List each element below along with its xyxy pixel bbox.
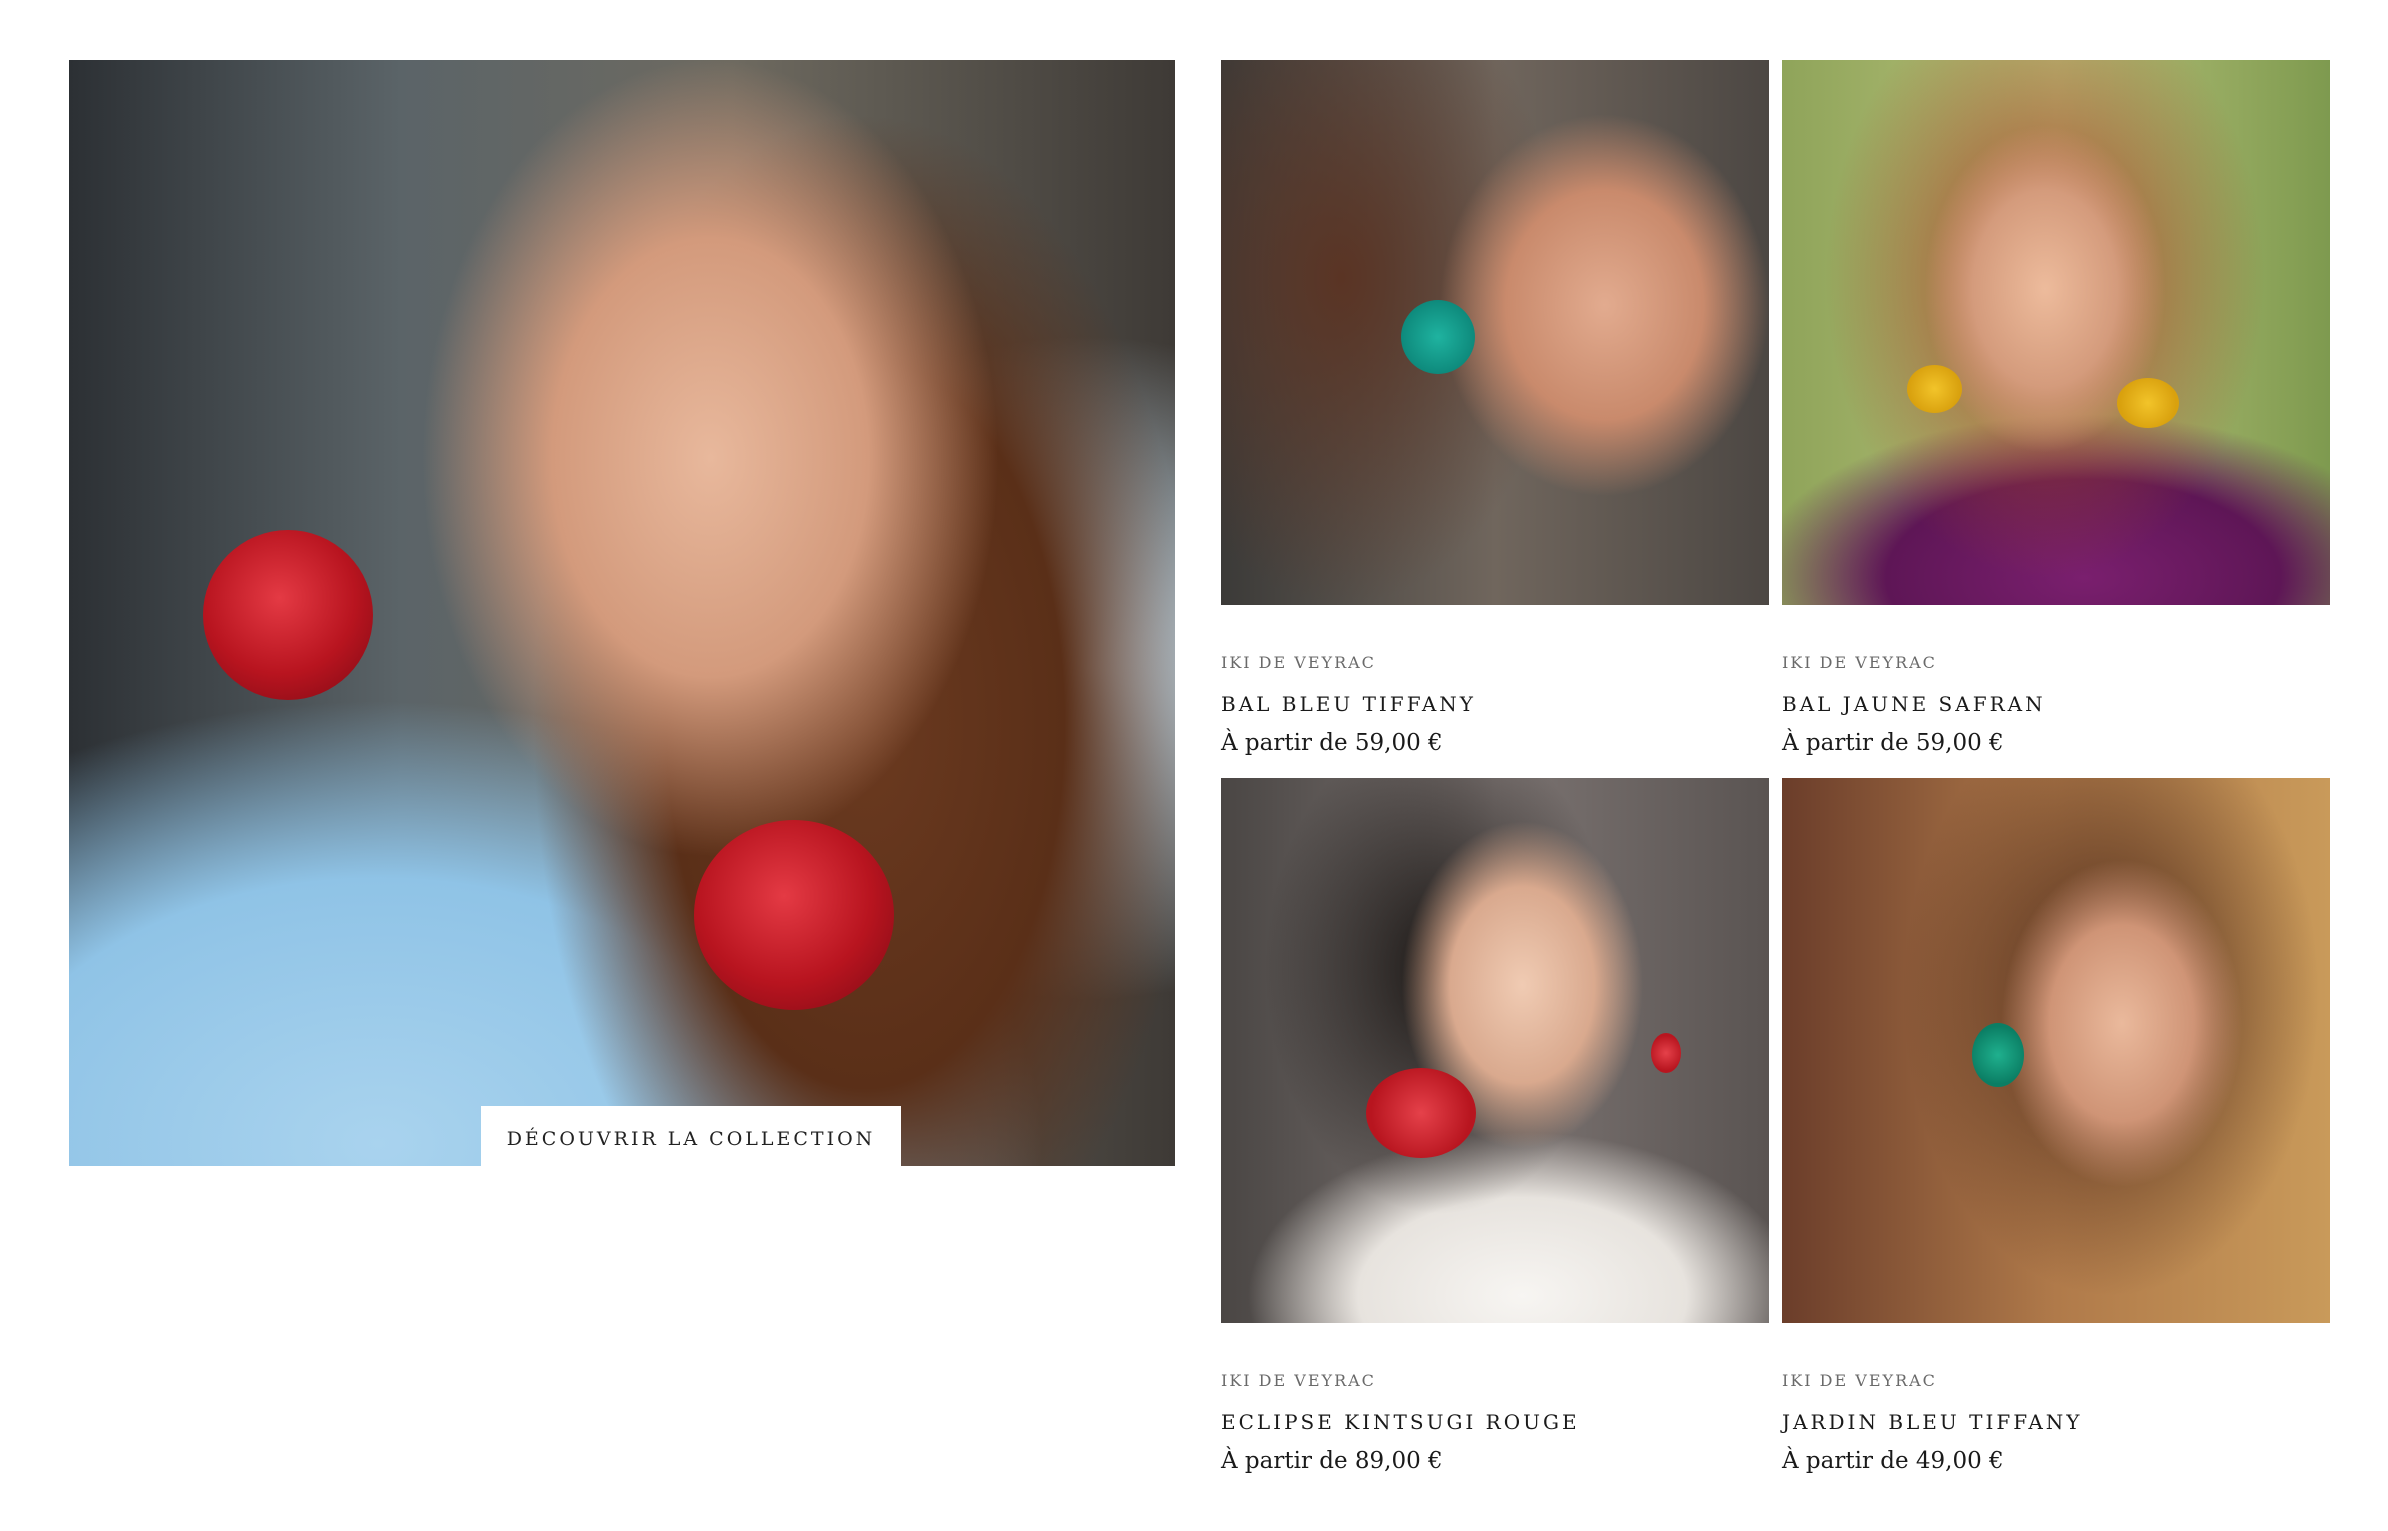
product-name[interactable]: JARDIN BLEU TIFFANY bbox=[1782, 1410, 2083, 1434]
product-price: À partir de 59,00 € bbox=[1221, 730, 1443, 756]
product-name[interactable]: ECLIPSE KINTSUGI ROUGE bbox=[1221, 1410, 1580, 1434]
red-flower-earring-right bbox=[694, 820, 894, 1010]
yellow-earring-left bbox=[1907, 365, 1962, 413]
product-price: À partir de 49,00 € bbox=[1782, 1448, 2004, 1474]
yellow-earring-right bbox=[2117, 378, 2179, 428]
red-kintsugi-earring bbox=[1366, 1068, 1476, 1158]
product-image[interactable] bbox=[1782, 778, 2330, 1323]
teal-flower-earring bbox=[1972, 1023, 2024, 1087]
product-name[interactable]: BAL JAUNE SAFRAN bbox=[1782, 692, 2046, 716]
teal-earring bbox=[1401, 300, 1475, 374]
red-earring-far bbox=[1651, 1033, 1681, 1073]
product-card[interactable]: IKI DE VEYRAC JARDIN BLEU TIFFANY À part… bbox=[1782, 778, 2330, 1474]
discover-collection-button[interactable]: DÉCOUVRIR LA COLLECTION bbox=[481, 1106, 901, 1166]
product-image[interactable] bbox=[1782, 60, 2330, 605]
product-brand: IKI DE VEYRAC bbox=[1782, 653, 1937, 672]
product-card[interactable]: IKI DE VEYRAC BAL JAUNE SAFRAN À partir … bbox=[1782, 60, 2330, 756]
product-brand: IKI DE VEYRAC bbox=[1221, 1371, 1376, 1390]
product-image[interactable] bbox=[1221, 778, 1769, 1323]
red-flower-earring-left bbox=[203, 530, 373, 700]
product-name[interactable]: BAL BLEU TIFFANY bbox=[1221, 692, 1476, 716]
hero-collection-image[interactable]: DÉCOUVRIR LA COLLECTION bbox=[69, 60, 1175, 1166]
product-brand: IKI DE VEYRAC bbox=[1221, 653, 1376, 672]
product-image[interactable] bbox=[1221, 60, 1769, 605]
product-price: À partir de 89,00 € bbox=[1221, 1448, 1443, 1474]
product-card[interactable]: IKI DE VEYRAC ECLIPSE KINTSUGI ROUGE À p… bbox=[1221, 778, 1769, 1474]
product-brand: IKI DE VEYRAC bbox=[1782, 1371, 1937, 1390]
product-price: À partir de 59,00 € bbox=[1782, 730, 2004, 756]
product-card[interactable]: IKI DE VEYRAC BAL BLEU TIFFANY À partir … bbox=[1221, 60, 1769, 756]
